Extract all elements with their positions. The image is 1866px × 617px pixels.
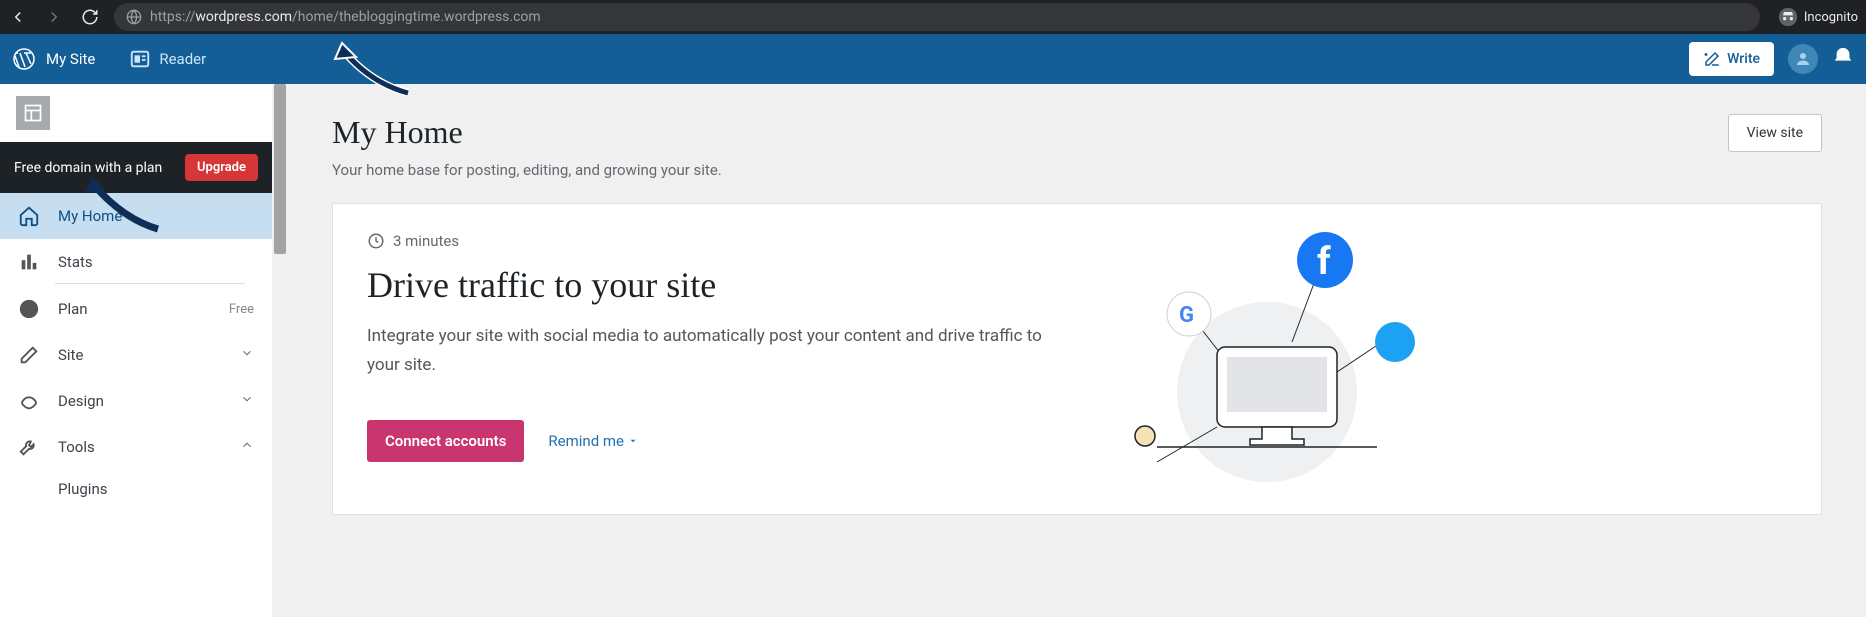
- sidebar-item-label: Plugins: [58, 480, 107, 498]
- view-site-button[interactable]: View site: [1728, 114, 1822, 152]
- pencil-icon: [18, 344, 40, 366]
- sidebar-item-plan[interactable]: Plan Free: [0, 286, 272, 332]
- chevron-down-icon: [240, 346, 254, 364]
- my-site-link[interactable]: My Site: [12, 47, 115, 71]
- my-site-label: My Site: [46, 50, 95, 68]
- card-illustration: G f: [1097, 232, 1427, 486]
- sidebar-item-label: Site: [58, 346, 83, 364]
- sidebar-item-label: Design: [58, 392, 104, 410]
- clock-icon: [367, 232, 385, 250]
- chevron-up-icon: [240, 438, 254, 456]
- wp-topbar: My Site Reader Write: [0, 34, 1866, 84]
- svg-text:G: G: [1179, 303, 1194, 328]
- write-label: Write: [1727, 51, 1760, 67]
- sidebar-item-stats[interactable]: Stats: [0, 239, 272, 285]
- browser-address-bar: https://wordpress.com/home/thebloggingti…: [0, 0, 1866, 34]
- plan-meta: Free: [229, 302, 254, 317]
- write-button[interactable]: Write: [1689, 42, 1774, 76]
- sidebar-item-site[interactable]: Site: [0, 332, 272, 378]
- sidebar: Free domain with a plan Upgrade My Home …: [0, 84, 272, 617]
- card-description: Integrate your site with social media to…: [367, 322, 1047, 380]
- remind-me-link[interactable]: Remind me: [548, 432, 638, 450]
- free-domain-label: Free domain with a plan: [14, 160, 162, 176]
- plan-icon: [18, 298, 40, 320]
- back-button[interactable]: [8, 7, 28, 27]
- sidebar-item-tools[interactable]: Tools: [0, 424, 272, 470]
- main-content: My Home Your home base for posting, edit…: [288, 84, 1866, 617]
- reader-link[interactable]: Reader: [129, 48, 206, 70]
- sidebar-item-label: Plan: [58, 300, 88, 318]
- notifications-icon[interactable]: [1832, 46, 1854, 72]
- sidebar-item-my-home[interactable]: My Home: [0, 193, 272, 239]
- home-icon: [18, 205, 40, 227]
- estimated-time: 3 minutes: [367, 232, 1047, 250]
- card-title: Drive traffic to your site: [367, 264, 1047, 306]
- site-switcher[interactable]: [0, 84, 272, 142]
- page-title: My Home: [332, 114, 722, 151]
- free-domain-banner: Free domain with a plan Upgrade: [0, 142, 272, 193]
- sidebar-scrollbar[interactable]: [272, 84, 288, 617]
- incognito-label: Incognito: [1804, 10, 1858, 25]
- profile-avatar-icon[interactable]: [1788, 44, 1818, 74]
- connect-accounts-button[interactable]: Connect accounts: [367, 420, 524, 462]
- sidebar-item-design[interactable]: Design: [0, 378, 272, 424]
- forward-button[interactable]: [44, 7, 64, 27]
- url-text: https://wordpress.com/home/thebloggingti…: [150, 9, 541, 25]
- url-input[interactable]: https://wordpress.com/home/thebloggingti…: [114, 3, 1760, 31]
- design-icon: [18, 390, 40, 412]
- sidebar-item-label: Stats: [58, 253, 93, 271]
- incognito-indicator: Incognito: [1778, 7, 1858, 27]
- reload-button[interactable]: [80, 7, 100, 27]
- sidebar-subitem-plugins[interactable]: Plugins: [0, 470, 272, 508]
- upgrade-button[interactable]: Upgrade: [185, 154, 258, 181]
- chevron-down-icon: [628, 436, 638, 446]
- onboarding-card: 3 minutes Drive traffic to your site Int…: [332, 203, 1822, 515]
- sidebar-item-label: Tools: [58, 438, 95, 456]
- scrollbar-thumb[interactable]: [274, 84, 286, 254]
- chevron-down-icon: [240, 392, 254, 410]
- wrench-icon: [18, 436, 40, 458]
- site-layout-icon: [16, 96, 50, 130]
- page-subtitle: Your home base for posting, editing, and…: [332, 161, 722, 179]
- sidebar-item-label: My Home: [58, 207, 122, 225]
- svg-text:f: f: [1317, 240, 1331, 284]
- reader-label: Reader: [159, 50, 206, 68]
- stats-icon: [18, 251, 40, 273]
